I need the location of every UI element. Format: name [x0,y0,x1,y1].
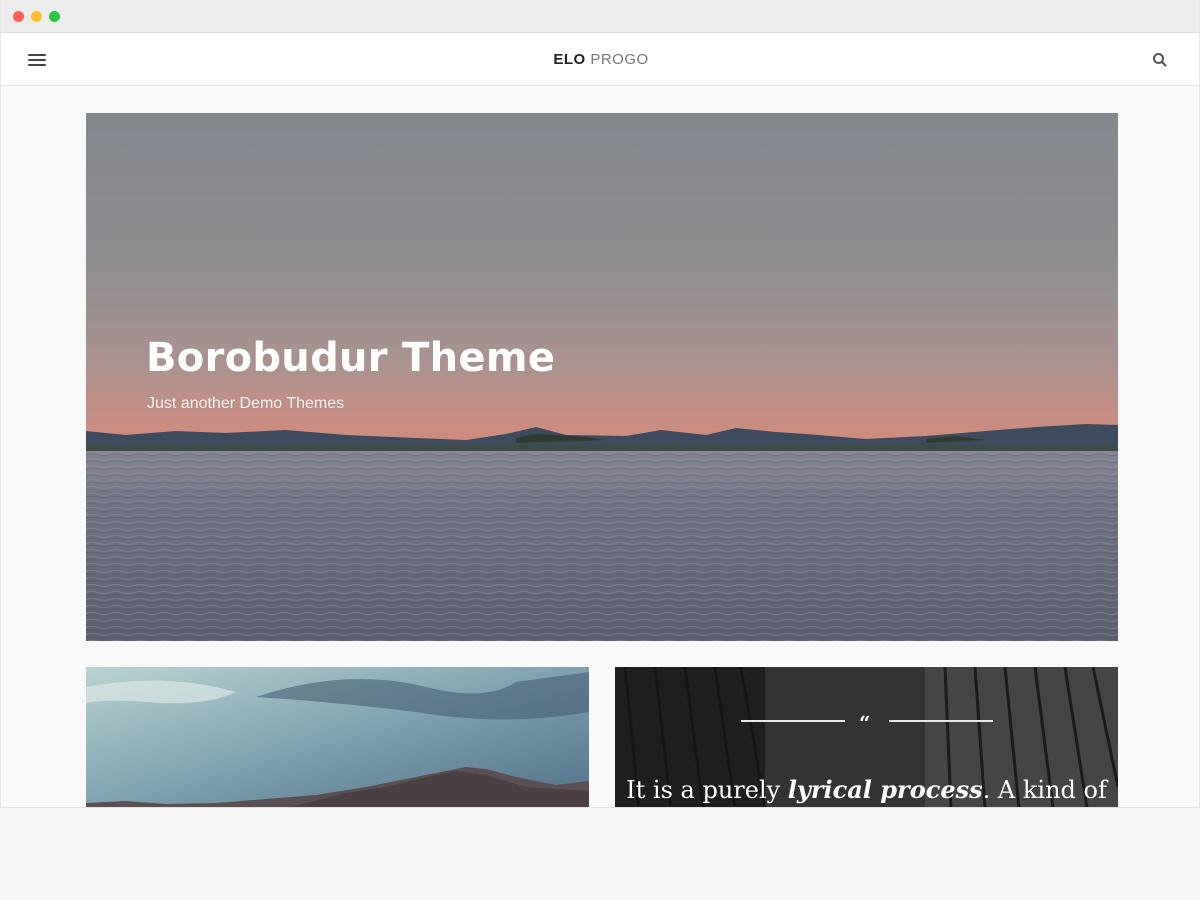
browser-window: ELO PROGO Borobudur Theme Just another D… [0,0,1200,808]
zoom-window-button[interactable] [49,11,60,22]
quote-card[interactable]: “ It is a purely lyrical process. A kind… [615,667,1118,807]
site-logo[interactable]: ELO PROGO [1,51,1199,68]
quote-text-end: . A kind of [982,776,1107,804]
post-card-mountain[interactable] [86,667,589,807]
minimize-window-button[interactable] [31,11,42,22]
quote-text-start: It is a purely [626,776,788,804]
logo-light-text: PROGO [590,51,649,68]
quote-text-emphasis: lyrical process [787,775,983,804]
quote-divider-right [889,720,993,722]
hero-banner[interactable]: Borobudur Theme Just another Demo Themes [86,113,1118,641]
hero-subtitle: Just another Demo Themes [147,395,345,412]
quote-mark-icon: “ [859,711,871,735]
close-window-button[interactable] [13,11,24,22]
search-icon[interactable] [1151,51,1169,69]
hero-title[interactable]: Borobudur Theme [146,335,555,381]
mountain-sky-image [86,667,589,807]
site-header: ELO PROGO [1,33,1199,86]
window-titlebar [1,0,1199,33]
logo-bold-text: ELO [553,51,586,68]
quote-text: It is a purely lyrical process. A kind o… [615,775,1118,804]
quote-divider-left [741,720,845,722]
